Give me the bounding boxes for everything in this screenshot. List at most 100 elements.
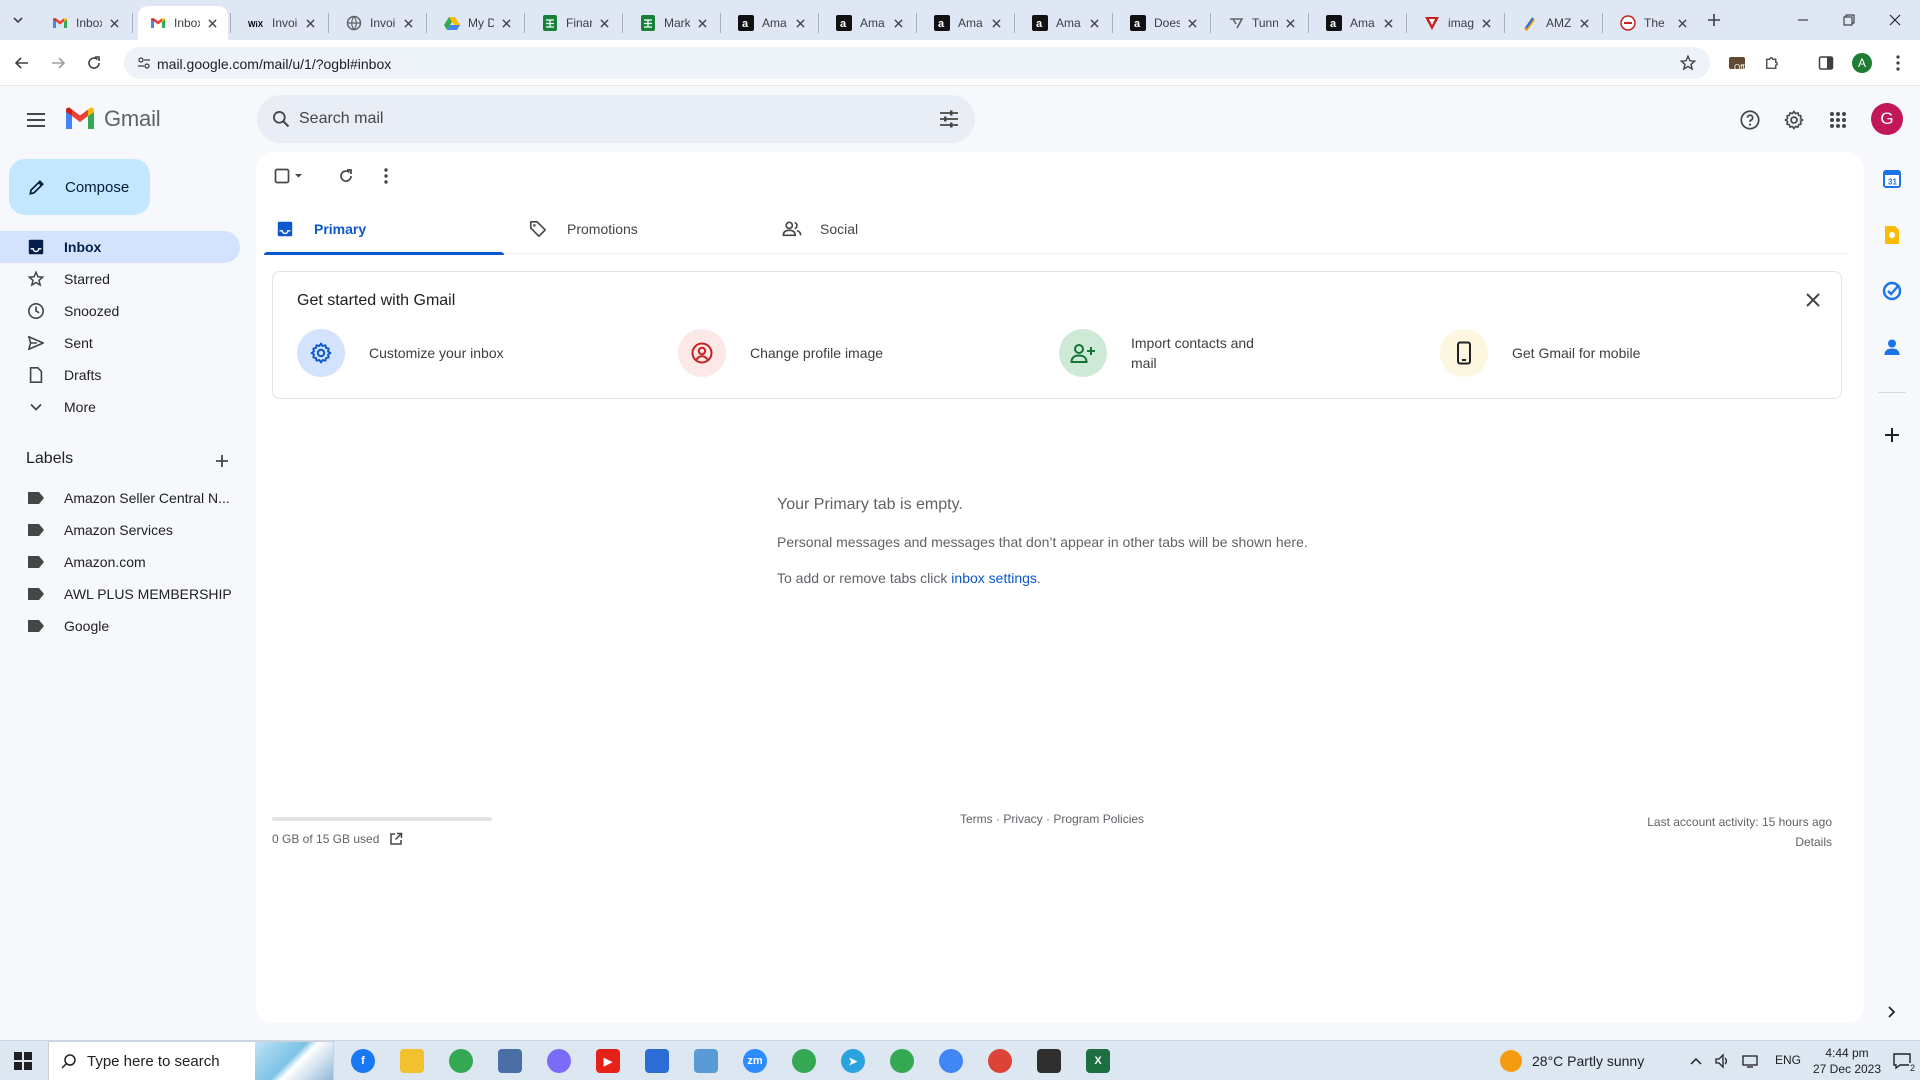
app-icon[interactable] xyxy=(539,1043,579,1079)
close-tab-icon[interactable] xyxy=(1086,15,1102,31)
get-started-item[interactable]: Get Gmail for mobile xyxy=(1440,329,1652,377)
close-tab-icon[interactable] xyxy=(1576,15,1592,31)
file-explorer-icon[interactable] xyxy=(392,1043,432,1079)
close-tab-icon[interactable] xyxy=(302,15,318,31)
telegram-icon[interactable]: ➤ xyxy=(833,1043,873,1079)
browser-tab[interactable]: Tunn xyxy=(1216,6,1306,40)
zoom-icon[interactable]: zm xyxy=(735,1043,775,1079)
network-icon[interactable] xyxy=(1740,1051,1760,1071)
close-tab-icon[interactable] xyxy=(988,15,1004,31)
search-input[interactable] xyxy=(299,95,879,143)
select-all-checkbox[interactable] xyxy=(270,162,310,190)
chrome-b-icon[interactable] xyxy=(931,1043,971,1079)
terms-link[interactable]: Terms xyxy=(960,812,993,826)
contacts-app-button[interactable] xyxy=(1876,331,1908,363)
label-item[interactable]: Amazon.com xyxy=(0,546,240,578)
youtube-icon[interactable]: ▶ xyxy=(588,1043,628,1079)
clock[interactable]: 4:44 pm 27 Dec 2023 xyxy=(1812,1045,1882,1077)
browser-tab[interactable]: WiX Invoi xyxy=(236,6,326,40)
close-tab-icon[interactable] xyxy=(890,15,906,31)
new-tab-button[interactable] xyxy=(1702,8,1726,32)
chrome-a-icon[interactable] xyxy=(882,1043,922,1079)
close-get-started-button[interactable] xyxy=(1801,288,1825,312)
close-tab-icon[interactable] xyxy=(1674,15,1690,31)
tasks-app-button[interactable] xyxy=(1876,275,1908,307)
account-avatar[interactable]: G xyxy=(1871,103,1903,135)
reload-button[interactable] xyxy=(80,49,108,77)
sticky-notes-icon[interactable] xyxy=(1029,1043,1069,1079)
browser-tab[interactable]: Inbox xyxy=(138,6,228,40)
close-tab-icon[interactable] xyxy=(204,15,220,31)
search-icon[interactable] xyxy=(269,107,293,131)
sidebar-item-sent[interactable]: Sent xyxy=(0,327,240,359)
settings-button[interactable] xyxy=(1777,103,1811,137)
chrome-c-icon[interactable] xyxy=(980,1043,1020,1079)
close-tab-icon[interactable] xyxy=(498,15,514,31)
chrome-profile-icon[interactable] xyxy=(784,1043,824,1079)
close-tab-icon[interactable] xyxy=(1478,15,1494,31)
volume-icon[interactable] xyxy=(1712,1051,1732,1071)
browser-tab[interactable]: a Does xyxy=(1118,6,1208,40)
browser-tab[interactable]: imag xyxy=(1412,6,1502,40)
gmail-logo[interactable]: Gmail xyxy=(64,106,161,132)
side-panel-icon[interactable] xyxy=(1812,49,1840,77)
add-label-button[interactable] xyxy=(210,449,234,473)
browser-tab[interactable]: Mark xyxy=(628,6,718,40)
close-tab-icon[interactable] xyxy=(1282,15,1298,31)
main-menu-button[interactable] xyxy=(20,104,52,136)
address-bar[interactable]: mail.google.com/mail/u/1/?ogbl#inbox xyxy=(124,47,1710,79)
google-apps-button[interactable] xyxy=(1821,103,1855,137)
tab-promotions[interactable]: Promotions xyxy=(517,204,769,254)
close-tab-icon[interactable] xyxy=(596,15,612,31)
calculator-icon[interactable] xyxy=(490,1043,530,1079)
program-policies-link[interactable]: Program Policies xyxy=(1053,812,1144,826)
browser-tab[interactable]: a Ama xyxy=(1314,6,1404,40)
get-started-item[interactable]: Import contacts and mail xyxy=(1059,329,1271,377)
bookmark-star-icon[interactable] xyxy=(1678,53,1698,73)
label-item[interactable]: Google xyxy=(0,610,240,642)
get-started-item[interactable]: Change profile image xyxy=(678,329,890,377)
store-icon[interactable] xyxy=(637,1043,677,1079)
browser-tab[interactable]: Finar xyxy=(530,6,620,40)
sidebar-item-starred[interactable]: Starred xyxy=(0,263,240,295)
label-item[interactable]: Amazon Seller Central N... xyxy=(0,482,240,514)
browser-tab[interactable]: a Ama xyxy=(1020,6,1110,40)
excel-icon[interactable]: X xyxy=(1078,1043,1118,1079)
browser-tab[interactable]: a Ama xyxy=(922,6,1012,40)
keep-app-button[interactable] xyxy=(1876,219,1908,251)
sidebar-item-drafts[interactable]: Drafts xyxy=(0,359,240,391)
snipping-icon[interactable] xyxy=(686,1043,726,1079)
extension-off-icon[interactable]: Off xyxy=(1724,49,1752,77)
restore-button[interactable] xyxy=(1826,4,1872,36)
close-tab-icon[interactable] xyxy=(106,15,122,31)
browser-tab[interactable]: Invoi xyxy=(334,6,424,40)
taskbar-search-box[interactable]: Type here to search xyxy=(48,1041,334,1080)
site-info-icon[interactable] xyxy=(134,53,154,73)
language-indicator[interactable]: ENG xyxy=(1775,1053,1801,1067)
search-options-icon[interactable] xyxy=(937,107,961,131)
browser-tab[interactable]: AMZ xyxy=(1510,6,1600,40)
more-options-button[interactable] xyxy=(372,162,400,190)
sidebar-item-more[interactable]: More xyxy=(0,391,240,423)
close-tab-icon[interactable] xyxy=(1380,15,1396,31)
get-addons-button[interactable] xyxy=(1876,419,1908,451)
browser-tab[interactable]: The xyxy=(1608,6,1698,40)
tab-search-button[interactable] xyxy=(6,8,30,32)
hide-side-panel-button[interactable] xyxy=(1876,996,1908,1028)
help-button[interactable] xyxy=(1733,103,1767,137)
browser-tab[interactable]: a Ama xyxy=(824,6,914,40)
browser-tab[interactable]: a Ama xyxy=(726,6,816,40)
notification-center-button[interactable]: 2 xyxy=(1890,1049,1916,1073)
close-tab-icon[interactable] xyxy=(1184,15,1200,31)
calendar-app-button[interactable]: 31 xyxy=(1876,163,1908,195)
show-hidden-icons-button[interactable] xyxy=(1686,1051,1706,1071)
extensions-puzzle-icon[interactable] xyxy=(1758,49,1786,77)
facebook-icon[interactable]: f xyxy=(343,1043,383,1079)
sidebar-item-snoozed[interactable]: Snoozed xyxy=(0,295,240,327)
forward-button[interactable] xyxy=(44,49,72,77)
chrome-menu-icon[interactable] xyxy=(1884,49,1912,77)
open-in-new-icon[interactable] xyxy=(389,832,403,846)
label-item[interactable]: AWL PLUS MEMBERSHIP xyxy=(0,578,240,610)
refresh-button[interactable] xyxy=(332,162,360,190)
close-window-button[interactable] xyxy=(1872,4,1918,36)
